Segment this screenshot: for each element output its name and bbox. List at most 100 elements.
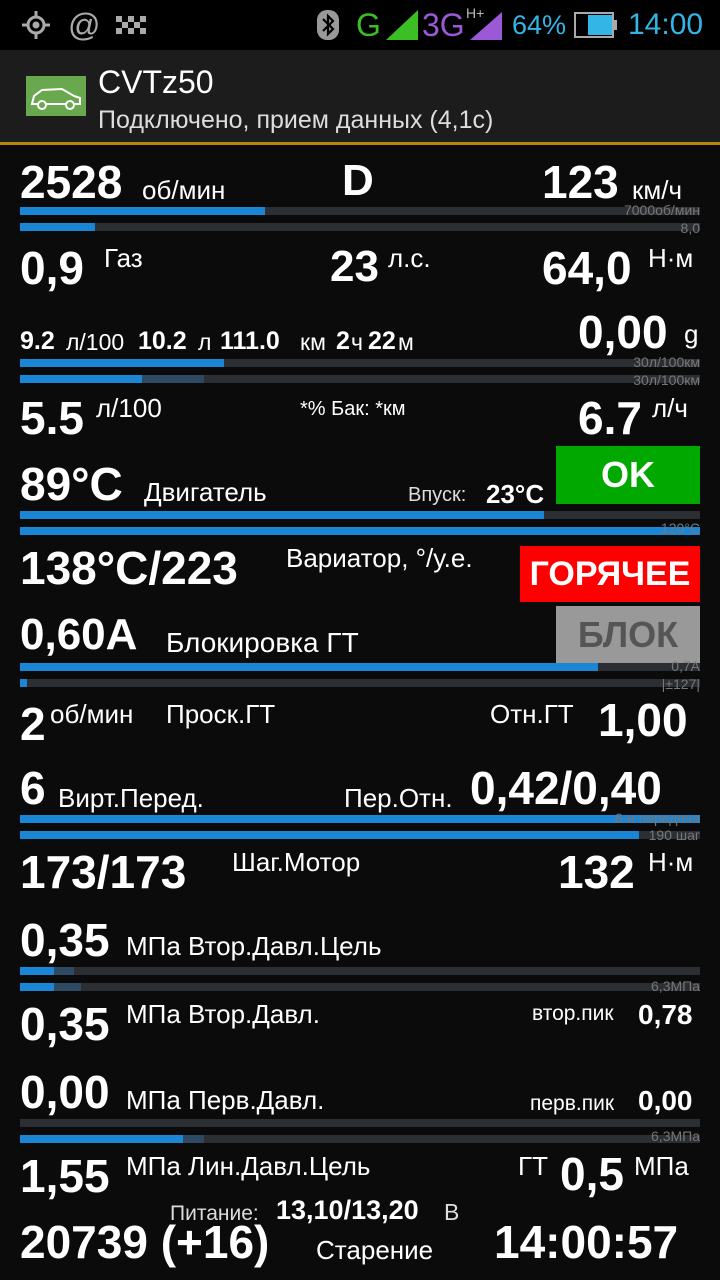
bluetooth-icon — [317, 10, 339, 40]
network-type-g: G — [356, 7, 381, 43]
lockup-bar-scale: 0,7A — [671, 658, 700, 674]
gear-bar-fill — [20, 815, 700, 823]
sec-pressure-bar-2 — [20, 983, 700, 991]
trip-minutes: 22 — [368, 327, 396, 355]
trans-ratio-value: 0,42/0,40 — [470, 762, 662, 814]
lockup-label: Блокировка ГТ — [166, 627, 359, 658]
torque2-unit: Н·м — [648, 847, 694, 877]
sec-pressure-target-label: МПа Втор.Давл.Цель — [126, 931, 382, 961]
cvt-temp-value: 138°C/223 — [20, 542, 238, 594]
torque-unit: Н·м — [648, 243, 694, 273]
network-type-3g: 3G — [422, 7, 465, 43]
slip-value: 2 — [20, 698, 46, 750]
sec-pressure-bar-2-fill — [20, 983, 54, 991]
lockup-bar-fill — [20, 663, 598, 671]
intake-temp-value: 23°C — [486, 479, 545, 509]
step-motor-value: 173/173 — [20, 846, 187, 898]
rpm-bar — [20, 207, 700, 215]
dashboard: 2528 об/мин D 123 км/ч 7000об/мин 8,0 0,… — [0, 145, 720, 1280]
gear-bar — [20, 815, 700, 823]
slip-bar — [20, 679, 700, 687]
tc-pressure-unit: МПа — [634, 1151, 689, 1181]
trip-minutes-unit: м — [398, 329, 414, 355]
sec-pressure-label: МПа Втор.Давл. — [126, 999, 320, 1029]
hourly-consumption-value: 6.7 — [578, 392, 642, 444]
trip-hours: 2 — [336, 327, 350, 355]
fuel-used-unit: л — [198, 329, 212, 355]
status-ok-badge: OK — [556, 446, 700, 504]
sec-pressure-target-value: 0,35 — [20, 914, 110, 966]
virtual-gear-value: 6 — [20, 762, 46, 814]
speed-value: 123 — [542, 156, 619, 208]
inst-consumption-unit: л/100 — [96, 393, 162, 423]
tc-pressure-label: ГТ — [518, 1151, 548, 1181]
app-title: CVTz50 — [98, 64, 214, 100]
sec-peak-label: втор.пик — [532, 1002, 614, 1025]
tc-ratio-label: Отн.ГТ — [490, 699, 574, 729]
fuel-used-value: 10.2 — [138, 327, 187, 355]
consumption-bar-1 — [20, 359, 700, 367]
engine-temp-label: Двигатель — [144, 477, 267, 507]
tc-ratio-value: 1,00 — [598, 694, 688, 746]
step-motor-label: Шаг.Мотор — [232, 847, 361, 877]
distance-unit: км — [300, 329, 326, 355]
gear-bar-scale: 6-я передача — [614, 810, 700, 826]
signal-purple-icon — [470, 12, 502, 40]
at-sign-icon: @ — [68, 7, 101, 43]
avg-consumption-value: 9.2 — [20, 327, 55, 355]
cvt-temp-label: Вариатор, °/у.е. — [286, 543, 473, 573]
avg-consumption-unit: л/100 — [66, 329, 125, 355]
battery-percent: 64% — [512, 10, 567, 40]
gear-indicator: D — [342, 156, 374, 205]
power-value: 23 — [330, 242, 379, 291]
step-bar-scale: 190 шаг — [648, 827, 700, 843]
app-bar: CVTz50 Подключено, прием данных (4,1с) — [0, 50, 720, 142]
rpm-bar-scale: 7000об/мин — [623, 202, 700, 218]
lockup-bar — [20, 663, 700, 671]
slip-label: Проск.ГТ — [166, 699, 276, 729]
distance-value: 111.0 — [220, 327, 280, 355]
prim-pressure-bar-2 — [20, 1135, 700, 1143]
g-force-value: 0,00 — [578, 306, 668, 358]
checkered-flag-icon — [116, 16, 146, 34]
inst-consumption-value: 5.5 — [20, 392, 84, 444]
line-pressure-value: 1,55 — [20, 1150, 110, 1202]
supply-voltage-value: 13,10/13,20 — [276, 1195, 419, 1225]
prim-pressure-bar-scale: 6,3МПа — [651, 1128, 700, 1144]
sec-pressure-bar-1 — [20, 967, 700, 975]
accel-bar — [20, 223, 700, 231]
clock: 14:00 — [628, 8, 704, 41]
connection-status: Подключено, прием данных (4,1с) — [98, 106, 494, 134]
prim-pressure-label: МПа Перв.Давл. — [126, 1085, 325, 1115]
lockup-current-value: 0,60A — [20, 610, 138, 659]
consumption-bar-2-fill — [20, 375, 143, 383]
prim-pressure-bar-2-fill — [20, 1135, 184, 1143]
app-logo-button[interactable] — [26, 76, 86, 116]
step-bar — [20, 831, 700, 839]
prim-pressure-bar-1 — [20, 1119, 700, 1127]
slip-unit: об/мин — [50, 699, 134, 729]
rpm-value: 2528 — [20, 156, 123, 208]
engine-temp-value: 89°C — [20, 458, 123, 510]
sec-pressure-bar-1-fill — [20, 967, 54, 975]
engine-temp-bar — [20, 511, 700, 519]
aging-value: 20739 (+16) — [20, 1216, 270, 1268]
consumption-bar-2 — [20, 375, 700, 383]
trip-hours-unit: ч — [351, 329, 363, 355]
rpm-bar-fill — [20, 207, 265, 215]
elapsed-time-value: 14:00:57 — [494, 1216, 679, 1268]
torque-value: 64,0 — [542, 242, 632, 294]
speed-unit: км/ч — [632, 175, 683, 205]
status-bar: @ G 3G H+ 64% 14:00 — [0, 0, 720, 50]
torque2-value: 132 — [558, 846, 635, 898]
consumption-bar-2-scale: 30л/100км — [633, 372, 700, 388]
step-bar-fill — [20, 831, 639, 839]
temp-bar-scale: 120°C — [660, 520, 700, 536]
virtual-gear-label: Вирт.Перед. — [58, 783, 204, 813]
sec-pressure-value: 0,35 — [20, 998, 110, 1050]
engine-temp-bar-fill — [20, 511, 544, 519]
sec-peak-value: 0,78 — [638, 999, 693, 1030]
consumption-bar-1-fill — [20, 359, 224, 367]
gas-value: 0,9 — [20, 242, 84, 294]
prim-peak-label: перв.пик — [530, 1092, 615, 1115]
